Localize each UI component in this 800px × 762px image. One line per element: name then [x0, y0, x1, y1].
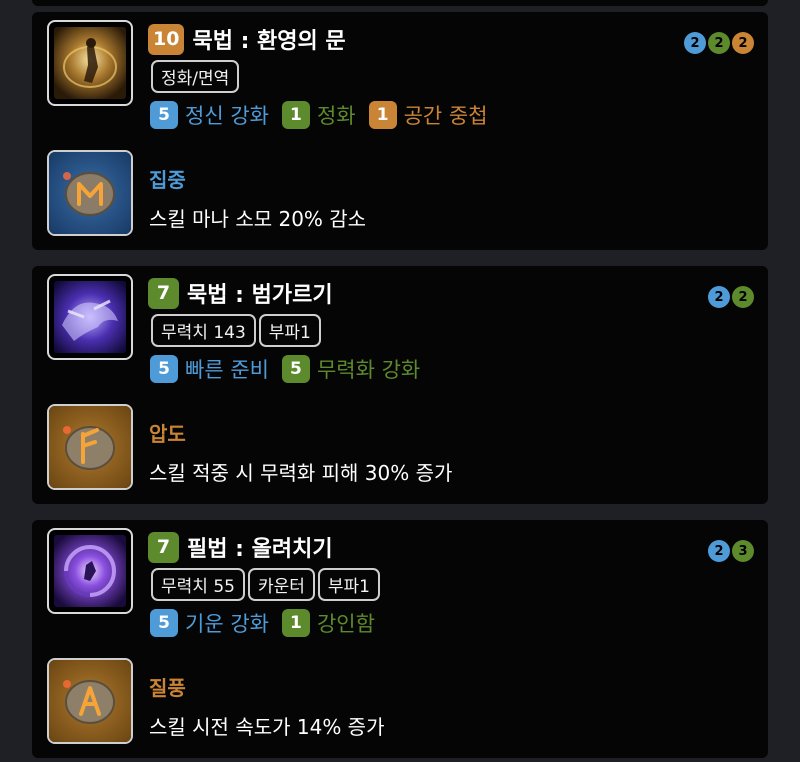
rune-name: 집중	[149, 168, 186, 192]
skill-tag: 무력치 143	[151, 314, 256, 347]
skill-tags: 무력치 143 부파1	[151, 314, 321, 347]
tripod-name: 강인함	[316, 612, 375, 636]
skill-name: 묵법 : 범가르기	[187, 283, 333, 308]
rune-description: 스킬 시전 속도가 14% 증가	[149, 715, 385, 739]
skill-title-row: 10 묵법 : 환영의 문	[148, 22, 346, 56]
tripod-name: 무력화 강화	[316, 358, 421, 382]
rune-icon-frame[interactable]	[47, 658, 133, 744]
skill-title-row: 7 묵법 : 범가르기	[148, 276, 333, 310]
tripod[interactable]: 5 무력화 강화	[281, 354, 421, 384]
tripod-name: 빠른 준비	[185, 358, 269, 382]
tripod-name: 기운 강화	[185, 612, 269, 636]
skill-card: 10 묵법 : 환영의 문 2 2 2 정화/면역 5 정신 강화 1 정화 1…	[32, 12, 768, 250]
skill-icon-phantom-gate	[54, 27, 126, 99]
skill-tags: 정화/면역	[151, 60, 240, 93]
rune-icon-frame[interactable]	[47, 150, 133, 236]
tripod[interactable]: 1 정화	[281, 100, 356, 130]
rune-description: 스킬 적중 시 무력화 피해 30% 증가	[149, 461, 453, 485]
tripod-name: 정신 강화	[185, 104, 269, 128]
tripod[interactable]: 5 기운 강화	[150, 608, 269, 638]
skill-level-badge: 7	[148, 277, 179, 309]
tripod-level: 5	[150, 355, 178, 383]
skill-card: 7 묵법 : 범가르기 2 2 무력치 143 부파1 5 빠른 준비 5 무력…	[32, 266, 768, 504]
rune-name: 질풍	[149, 676, 186, 700]
tripod-name: 공간 중첩	[403, 104, 488, 128]
skill-card: 7 필법 : 올려치기 2 3 무력치 55 카운터 부파1 5 기운 강화 1…	[32, 520, 768, 758]
skill-level-badge: 10	[148, 23, 185, 55]
tripod[interactable]: 5 정신 강화	[150, 100, 269, 130]
dot-green: 3	[732, 540, 754, 562]
dot-green: 2	[708, 32, 730, 54]
skill-level-badge: 7	[148, 531, 179, 563]
gem-dots: 2 2	[708, 286, 754, 308]
gem-dots: 2 2 2	[684, 32, 754, 54]
dot-blue: 2	[708, 540, 730, 562]
skill-icon-tiger-split	[54, 281, 126, 353]
skill-tag: 부파1	[317, 568, 380, 601]
tripod-name: 정화	[316, 104, 356, 128]
dot-blue: 2	[708, 286, 730, 308]
skill-name: 묵법 : 환영의 문	[192, 29, 346, 54]
skill-icon-frame[interactable]	[47, 274, 133, 360]
skill-tag: 무력치 55	[151, 568, 245, 601]
previous-card-bottom	[32, 0, 768, 6]
dot-green: 2	[732, 286, 754, 308]
skill-name: 필법 : 올려치기	[187, 537, 333, 562]
tripod[interactable]: 1 강인함	[281, 608, 375, 638]
rune-icon-frame[interactable]	[47, 404, 133, 490]
tripod-level: 5	[150, 101, 178, 129]
tripod-level: 5	[150, 609, 178, 637]
rune-overwhelm-icon	[49, 406, 131, 488]
skill-tag: 카운터	[247, 568, 315, 601]
tripod-row: 5 정신 강화 1 정화 1 공간 중첩	[150, 100, 501, 130]
tripod-level: 5	[281, 355, 310, 383]
tripod-row: 5 기운 강화 1 강인함	[150, 608, 388, 638]
skill-icon-frame[interactable]	[47, 20, 133, 106]
tripod-level: 1	[368, 101, 397, 129]
skill-tags: 무력치 55 카운터 부파1	[151, 568, 380, 601]
tripod-row: 5 빠른 준비 5 무력화 강화	[150, 354, 433, 384]
dot-orange: 2	[732, 32, 754, 54]
tripod-level: 1	[281, 101, 310, 129]
skill-icon-frame[interactable]	[47, 528, 133, 614]
rune-name: 압도	[149, 422, 186, 446]
tripod[interactable]: 1 공간 중첩	[368, 100, 488, 130]
tripod[interactable]: 5 빠른 준비	[150, 354, 269, 384]
skill-icon-upper-strike	[54, 535, 126, 607]
dot-blue: 2	[684, 32, 706, 54]
gem-dots: 2 3	[708, 540, 754, 562]
skill-title-row: 7 필법 : 올려치기	[148, 530, 333, 564]
rune-description: 스킬 마나 소모 20% 감소	[149, 207, 367, 231]
rune-focus-icon	[49, 152, 131, 234]
tripod-level: 1	[281, 609, 310, 637]
skill-tag: 부파1	[258, 314, 321, 347]
skill-tag: 정화/면역	[151, 60, 240, 93]
rune-gale-icon	[49, 660, 131, 742]
